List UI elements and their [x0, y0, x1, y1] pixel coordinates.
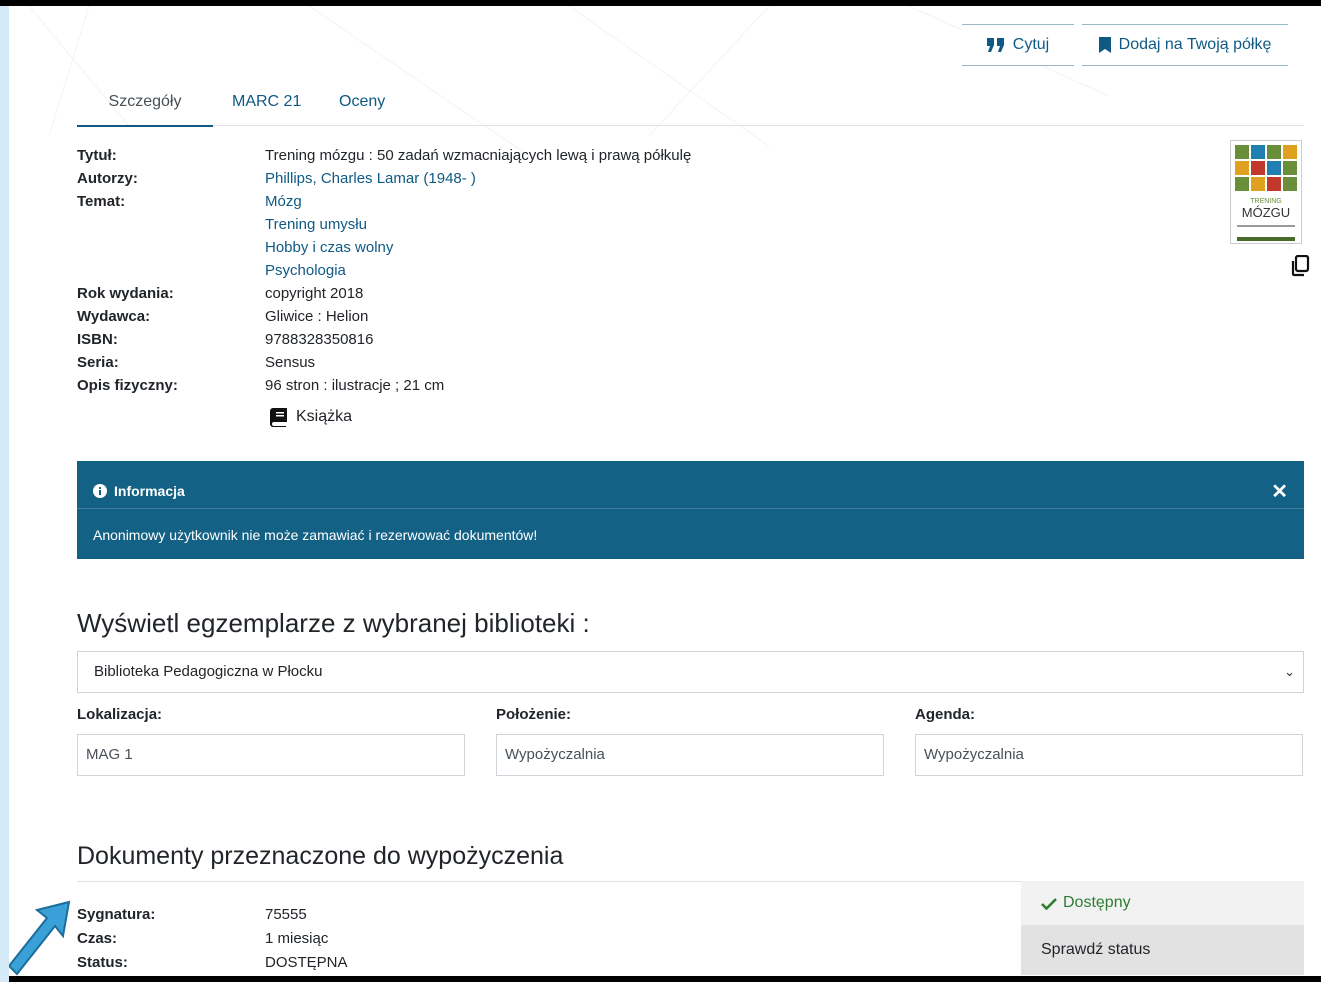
time-row: Czas: 1 miesiąc — [77, 927, 348, 951]
detail-row-physical: Opis fizyczny: 96 stron : ilustracje ; 2… — [77, 374, 777, 397]
isbn-label: ISBN: — [77, 331, 118, 348]
time-value: 1 miesiąc — [265, 930, 329, 947]
isbn-value: 9788328350816 — [265, 331, 374, 348]
check-status-button[interactable]: Sprawdź status — [1021, 925, 1304, 975]
info-alert-message: Anonimowy użytkownik nie może zamawiać i… — [93, 527, 538, 543]
signature-label: Sygnatura: — [77, 906, 156, 923]
record-actions: Cytuj Dodaj na Twoją półkę — [962, 24, 1288, 66]
signature-value: 75555 — [265, 906, 307, 923]
cover-title-line2: MÓZGU — [1242, 205, 1290, 220]
tab-details[interactable]: Szczegóły — [77, 92, 213, 127]
loan-documents-heading: Dokumenty przeznaczone do wypożyczenia — [77, 842, 564, 870]
info-alert-divider — [77, 508, 1304, 509]
book-cover-image: TRENING MÓZGU — [1231, 141, 1301, 243]
quote-icon — [986, 38, 1004, 52]
title-label: Tytuł: — [77, 147, 117, 164]
pointer-arrow-icon — [9, 900, 71, 976]
info-alert-title: Informacja — [114, 483, 185, 499]
cover-title-line1: TRENING — [1250, 198, 1282, 205]
detail-row-isbn: ISBN: 9788328350816 — [77, 328, 777, 351]
chevron-down-icon: ⌄ — [1284, 664, 1295, 679]
title-value: Trening mózgu : 50 zadań wzmacniających … — [265, 147, 692, 164]
publisher-label: Wydawca: — [77, 308, 151, 325]
time-label: Czas: — [77, 930, 118, 947]
tab-ratings[interactable]: Oceny — [339, 92, 385, 125]
info-alert-header: Informacja — [93, 483, 185, 499]
location-field: MAG 1 — [77, 734, 465, 776]
position-label: Położenie: — [496, 706, 572, 723]
library-select[interactable]: Biblioteka Pedagogiczna w Płocku ⌄ — [77, 651, 1304, 693]
screen-frame-left — [0, 0, 9, 982]
agenda-field: Wypożyczalnia — [915, 734, 1303, 776]
status-value: DOSTĘPNA — [265, 954, 348, 971]
document-type-label: Książka — [296, 408, 353, 425]
agenda-label: Agenda: — [915, 706, 975, 723]
status-label: Status: — [77, 954, 128, 971]
detail-row-series: Seria: Sensus — [77, 351, 777, 374]
check-icon — [1041, 897, 1057, 910]
record-page: Cytuj Dodaj na Twoją półkę Szczegóły MAR… — [9, 6, 1321, 976]
bookmark-icon — [1098, 37, 1111, 53]
add-to-shelf-button[interactable]: Dodaj na Twoją półkę — [1082, 24, 1288, 66]
physical-label: Opis fizyczny: — [77, 377, 178, 394]
series-label: Seria: — [77, 354, 119, 371]
detail-row-authors: Autorzy: Phillips, Charles Lamar (1948- … — [77, 167, 777, 190]
location-label: Lokalizacja: — [77, 706, 163, 723]
detail-row-publisher: Wydawca: Gliwice : Helion — [77, 305, 777, 328]
subject-link[interactable]: Hobby i czas wolny — [265, 236, 393, 259]
detail-row-subjects: Temat: Mózg Trening umysłu Hobby i czas … — [77, 190, 777, 282]
availability-status: Dostępny — [1021, 881, 1304, 925]
availability-panel: Dostępny Sprawdź status — [1021, 881, 1304, 976]
subject-link[interactable]: Mózg — [265, 190, 393, 213]
copy-icon[interactable] — [1290, 254, 1310, 282]
authors-label: Autorzy: — [77, 170, 138, 187]
year-label: Rok wydania: — [77, 285, 174, 302]
year-value: copyright 2018 — [265, 285, 364, 302]
subject-link[interactable]: Psychologia — [265, 259, 393, 282]
tab-marc21[interactable]: MARC 21 — [232, 92, 301, 125]
document-type: Książka — [268, 407, 352, 427]
detail-row-title: Tytuł: Trening mózgu : 50 zadań wzmacnia… — [77, 144, 777, 167]
library-select-heading: Wyświetl egzemplarze z wybranej bibliote… — [77, 608, 590, 638]
library-select-value: Biblioteka Pedagogiczna w Płocku — [94, 663, 323, 680]
physical-value: 96 stron : ilustracje ; 21 cm — [265, 377, 445, 394]
info-alert: Informacja ✕ Anonimowy użytkownik nie mo… — [77, 461, 1304, 559]
copy-item: Sygnatura: 75555 Czas: 1 miesiąc Status:… — [77, 903, 348, 975]
add-to-shelf-label: Dodaj na Twoją półkę — [1118, 36, 1272, 53]
author-link[interactable]: Phillips, Charles Lamar (1948- ) — [265, 167, 476, 190]
signature-row: Sygnatura: 75555 — [77, 903, 348, 927]
position-field: Wypożyczalnia — [496, 734, 884, 776]
availability-label: Dostępny — [1063, 894, 1131, 911]
book-icon — [270, 408, 287, 427]
cite-button[interactable]: Cytuj — [962, 24, 1074, 66]
subject-label: Temat: — [77, 193, 126, 210]
book-cover[interactable]: TRENING MÓZGU — [1230, 140, 1302, 244]
subject-link[interactable]: Trening umysłu — [265, 213, 393, 236]
close-icon[interactable]: ✕ — [1271, 479, 1288, 504]
series-value: Sensus — [265, 354, 316, 371]
info-circle-icon — [93, 484, 107, 498]
record-tabs: Szczegóły MARC 21 Oceny — [77, 92, 1304, 127]
cite-label: Cytuj — [1012, 36, 1050, 53]
status-row: Status: DOSTĘPNA — [77, 951, 348, 975]
detail-row-year: Rok wydania: copyright 2018 — [77, 282, 777, 305]
publisher-value: Gliwice : Helion — [265, 308, 369, 325]
record-details: Tytuł: Trening mózgu : 50 zadań wzmacnia… — [77, 144, 777, 397]
